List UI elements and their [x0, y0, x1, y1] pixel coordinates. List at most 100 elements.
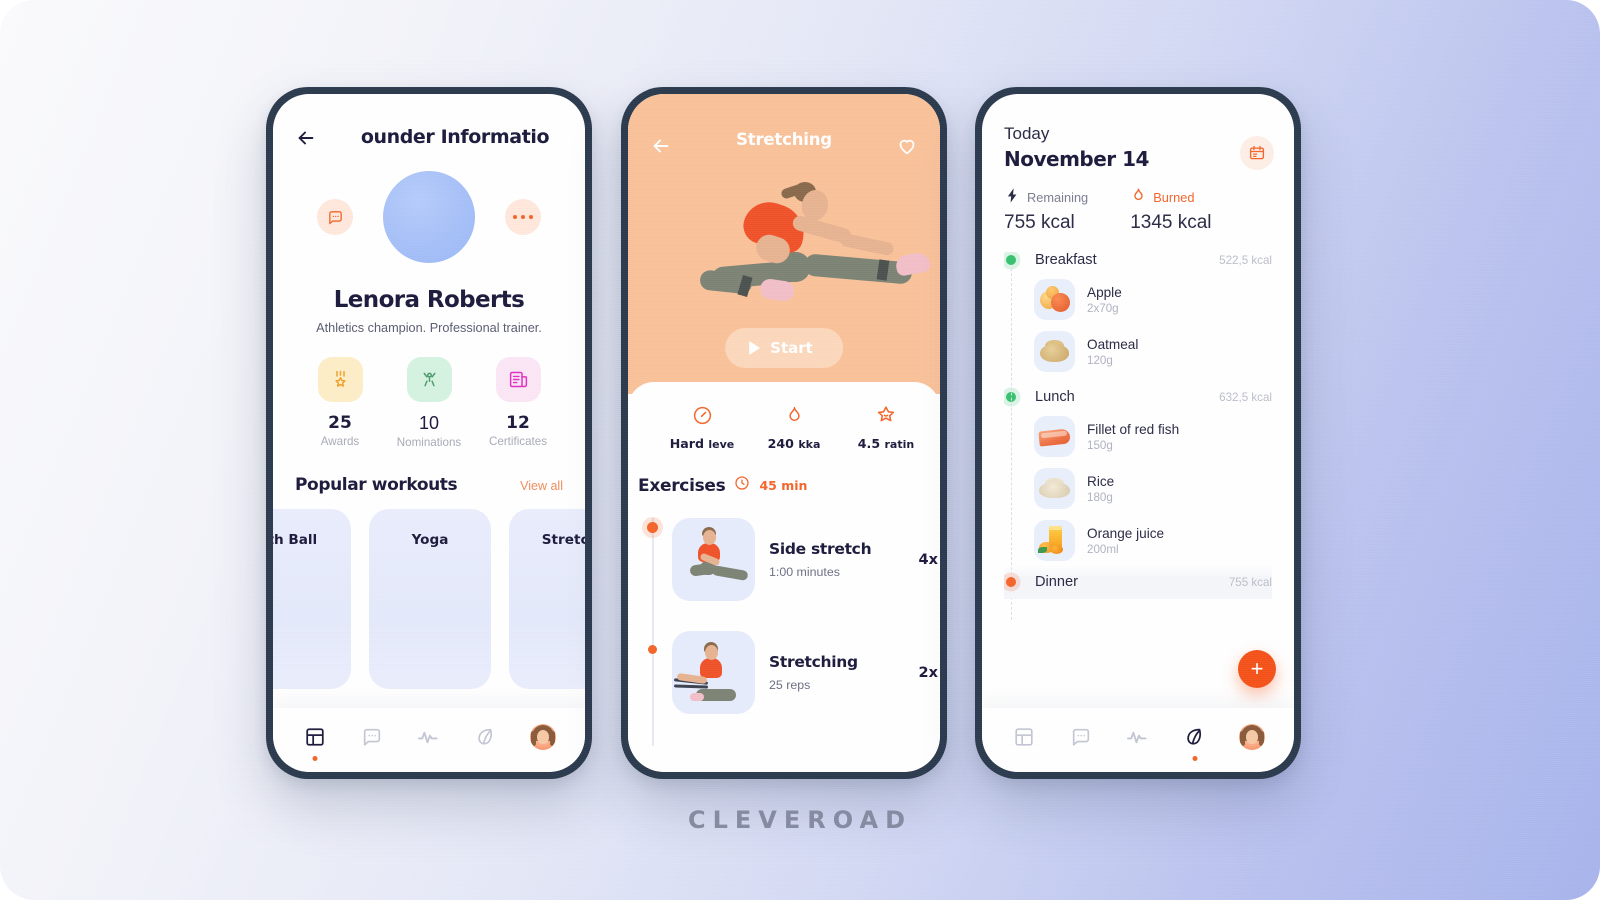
- rice-photo: [1034, 468, 1075, 509]
- active-indicator-dot: [312, 756, 318, 761]
- meal-header-dinner[interactable]: Dinner 755 kcal: [1004, 574, 1272, 590]
- profile-stats: 25 Awards 10 Nominations 12 Certificates: [273, 357, 585, 449]
- workout-metrics: Hard leve 240 kka 4.5 ratin: [628, 404, 940, 451]
- profile-avatar-icon: [1238, 724, 1265, 750]
- exercises-title: Exercises: [638, 475, 726, 496]
- more-dots-icon[interactable]: [505, 199, 541, 235]
- calendar-icon[interactable]: [1240, 136, 1274, 170]
- workout-card-carousel[interactable]: ith Ball Yoga Stretch: [273, 509, 585, 689]
- tab-chat[interactable]: [355, 720, 389, 754]
- food-item[interactable]: Orange juice 200ml: [1034, 520, 1272, 561]
- tab-profile[interactable]: [526, 720, 560, 754]
- page-title: ounder Informatio: [360, 126, 550, 148]
- meal-header-breakfast[interactable]: Breakfast 522,5 kcal: [1004, 252, 1272, 268]
- tab-dashboard[interactable]: [298, 720, 332, 761]
- workout-card[interactable]: Stretch: [509, 509, 585, 689]
- woman-side-stretch-photo: [640, 172, 934, 322]
- stat-certificates[interactable]: 12 Certificates: [479, 357, 557, 449]
- workout-card-title: Yoga: [411, 532, 449, 548]
- food-name: Rice: [1087, 473, 1115, 489]
- profile-avatar-icon: [529, 724, 556, 750]
- section-title: Popular workouts: [295, 475, 458, 495]
- tab-nutrition[interactable]: [1178, 720, 1212, 761]
- exercise-reps: 2x: [918, 664, 938, 681]
- avatar: [383, 171, 475, 263]
- tab-nutrition[interactable]: [469, 720, 503, 754]
- meal-kcal: 632,5 kcal: [1219, 390, 1272, 404]
- stat-value: 12: [506, 413, 530, 433]
- stat-value: 10: [418, 413, 440, 433]
- exercise-name: Side stretch: [769, 540, 872, 558]
- message-bubble-icon[interactable]: [317, 199, 353, 235]
- workout-card-title: Stretch: [541, 532, 585, 548]
- exercise-meta: Side stretch 1:00 minutes: [767, 540, 907, 579]
- medal-star-icon: [317, 357, 363, 402]
- food-item[interactable]: Fillet of red fish 150g: [1034, 416, 1272, 457]
- summary-burned: Burned 1345 kcal: [1130, 187, 1212, 234]
- food-meta: Orange juice 200ml: [1087, 526, 1164, 556]
- stat-nominations[interactable]: 10 Nominations: [390, 357, 468, 449]
- exercises-duration: 45 min: [759, 478, 808, 493]
- start-button-label: Start: [770, 339, 813, 357]
- timeline-node: [647, 522, 658, 533]
- current-date: November 14: [1004, 147, 1149, 171]
- exercise-detail: 25 reps: [769, 678, 811, 692]
- brand-wordmark: CLEVEROAD: [687, 806, 912, 834]
- food-meta: Apple 2x70g: [1087, 285, 1122, 315]
- stat-awards[interactable]: 25 Awards: [301, 357, 379, 449]
- exercise-reps: 4x: [918, 551, 938, 568]
- meal-status-dot: [1006, 255, 1016, 265]
- summary-label-row: Remaining: [1004, 187, 1088, 207]
- timeline-node: [648, 645, 657, 654]
- tab-chat[interactable]: [1064, 720, 1098, 754]
- phone1-screen: ounder Informatio Lenora Roberts Athleti…: [273, 94, 585, 772]
- salmon-fillet-photo: [1034, 416, 1075, 457]
- food-item[interactable]: Apple 2x70g: [1034, 279, 1272, 320]
- screenshot-canvas: ounder Informatio Lenora Roberts Athleti…: [0, 0, 1600, 900]
- meal-kcal: 522,5 kcal: [1219, 253, 1272, 267]
- metric-calories: 240 kka: [748, 404, 840, 451]
- tab-activity[interactable]: [1121, 720, 1155, 754]
- phone1-header: ounder Informatio: [273, 94, 585, 149]
- exercise-row[interactable]: Stretching 25 reps 2x: [644, 623, 940, 722]
- exercise-list: Side stretch 1:00 minutes 4x Stretching …: [628, 510, 940, 746]
- stat-label: Nominations: [396, 436, 462, 449]
- oatmeal-photo: [1034, 331, 1075, 372]
- food-amount: 150g: [1087, 438, 1113, 452]
- today-label: Today: [1004, 124, 1050, 143]
- nutrition-page: Today November 14 Remaining 755 kcal Bur…: [982, 94, 1294, 772]
- workout-card[interactable]: ith Ball: [273, 509, 351, 689]
- summary-label: Burned: [1153, 189, 1195, 205]
- meal-header-lunch[interactable]: Lunch 632,5 kcal: [1004, 389, 1272, 405]
- stat-label: Awards: [320, 435, 360, 448]
- tab-activity[interactable]: [412, 720, 446, 754]
- summary-label: Remaining: [1027, 189, 1089, 205]
- tab-profile[interactable]: [1235, 720, 1269, 754]
- food-name: Fillet of red fish: [1087, 421, 1180, 437]
- metric-label: 240 kka: [767, 436, 821, 451]
- summary-label-row: Burned: [1130, 187, 1211, 207]
- food-meta: Fillet of red fish 150g: [1087, 422, 1179, 452]
- start-button[interactable]: Start: [725, 328, 843, 368]
- food-item[interactable]: Oatmeal 120g: [1034, 331, 1272, 372]
- workout-card[interactable]: Yoga: [369, 509, 491, 689]
- speedometer-icon: [656, 404, 748, 426]
- food-name: Apple: [1087, 284, 1122, 300]
- view-all-link[interactable]: View all: [520, 479, 563, 493]
- tab-dashboard[interactable]: [1007, 720, 1041, 754]
- flame-icon: [1130, 187, 1147, 207]
- add-meal-button[interactable]: +: [1238, 650, 1276, 688]
- exercise-row[interactable]: Side stretch 1:00 minutes 4x: [644, 510, 940, 609]
- plus-icon: +: [1250, 656, 1264, 681]
- lightning-bolt-icon: [1004, 187, 1021, 207]
- meal-status-dot: [1006, 577, 1016, 587]
- stat-value: 25: [328, 413, 352, 433]
- bottom-tab-bar: [982, 708, 1294, 772]
- stat-label: Certificates: [489, 435, 547, 448]
- summary-value: 1345 kcal: [1130, 212, 1212, 233]
- food-item[interactable]: Rice 180g: [1034, 468, 1272, 509]
- metric-rating: 4.5 ratin: [840, 404, 932, 451]
- side-stretch-photo: [672, 518, 755, 601]
- workout-hero: Stretching Start: [628, 94, 940, 394]
- meal-row-dinner[interactable]: Dinner 755 kcal: [1004, 565, 1272, 599]
